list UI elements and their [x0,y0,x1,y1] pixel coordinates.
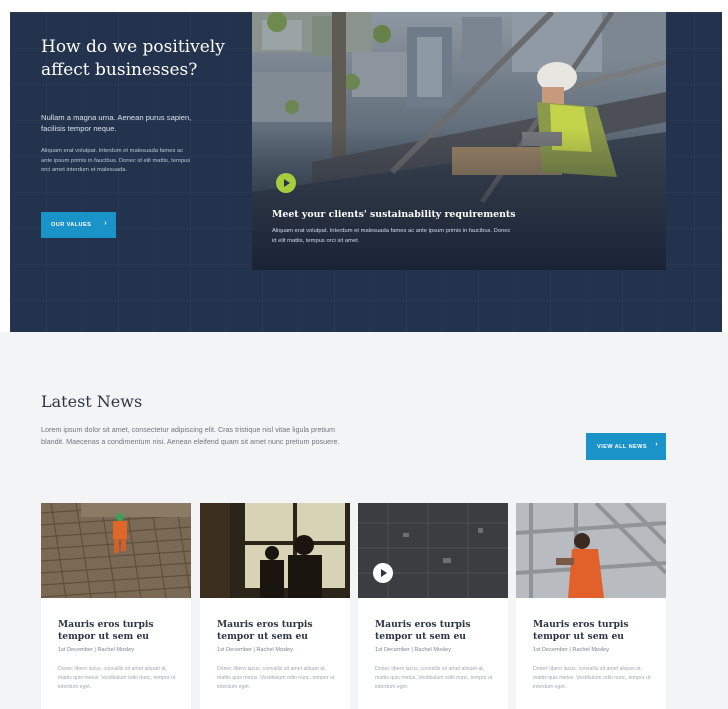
hero-body: Aliquam erat volutpat. Interdum et males… [41,148,191,173]
news-card-excerpt: Donec libero lacus, convallis sit amet a… [58,666,176,690]
news-card[interactable]: Mauris eros turpis tempor ut sem eu 1st … [516,503,666,709]
news-card-title[interactable]: Mauris eros turpis tempor ut sem eu [533,619,658,643]
our-values-label: OUR VALUES [51,222,92,228]
news-card-title[interactable]: Mauris eros turpis tempor ut sem eu [217,619,342,643]
view-all-news-button[interactable]: VIEW ALL NEWS › [586,433,666,460]
news-intro: Lorem ipsum dolor sit amet, consectetur … [41,425,340,446]
scaffold-worker-image [516,503,666,598]
news-card-meta: 1st December | Rachel Mosley [58,647,135,653]
news-card-excerpt: Donec libero lacus, convallis sit amet a… [533,666,651,690]
news-card[interactable]: Mauris eros turpis tempor ut sem eu 1st … [41,503,191,709]
news-heading: Latest News [41,392,143,411]
news-card-title[interactable]: Mauris eros turpis tempor ut sem eu [375,619,500,643]
video-text: Aliquam erat volutpat. Interdum et males… [272,228,511,244]
our-values-button[interactable]: OUR VALUES › [41,212,116,238]
video-title: Meet your clients' sustainability requir… [272,209,516,220]
hero-intro: Nullam a magna urna. Aenean purus sapien… [41,113,192,133]
news-card[interactable]: Mauris eros turpis tempor ut sem eu 1st … [358,503,508,709]
hero-title: How do we positively affect businesses? [41,37,225,80]
news-card-title[interactable]: Mauris eros turpis tempor ut sem eu [58,619,183,643]
chevron-right-icon: › [655,441,658,448]
card-play-button[interactable] [373,563,393,583]
chevron-right-icon: › [104,220,107,227]
news-card-excerpt: Donec libero lacus, convallis sit amet a… [217,666,335,690]
play-video-button[interactable] [276,173,296,193]
news-card-meta: 1st December | Rachel Mosley [533,647,610,653]
featured-video-card[interactable]: Meet your clients' sustainability requir… [252,12,666,270]
news-card-excerpt: Donec libero lacus, convallis sit amet a… [375,666,493,690]
view-all-news-label: VIEW ALL NEWS [597,443,647,450]
news-card-meta: 1st December | Rachel Mosley [217,647,294,653]
news-card[interactable]: Mauris eros turpis tempor ut sem eu 1st … [200,503,350,709]
latest-news-section: Latest News Lorem ipsum dolor sit amet, … [0,332,728,709]
news-card-meta: 1st December | Rachel Mosley [375,647,452,653]
meeting-silhouette-image [200,503,350,598]
rebar-worker-image [41,503,191,598]
aerial-site-image [358,503,508,598]
